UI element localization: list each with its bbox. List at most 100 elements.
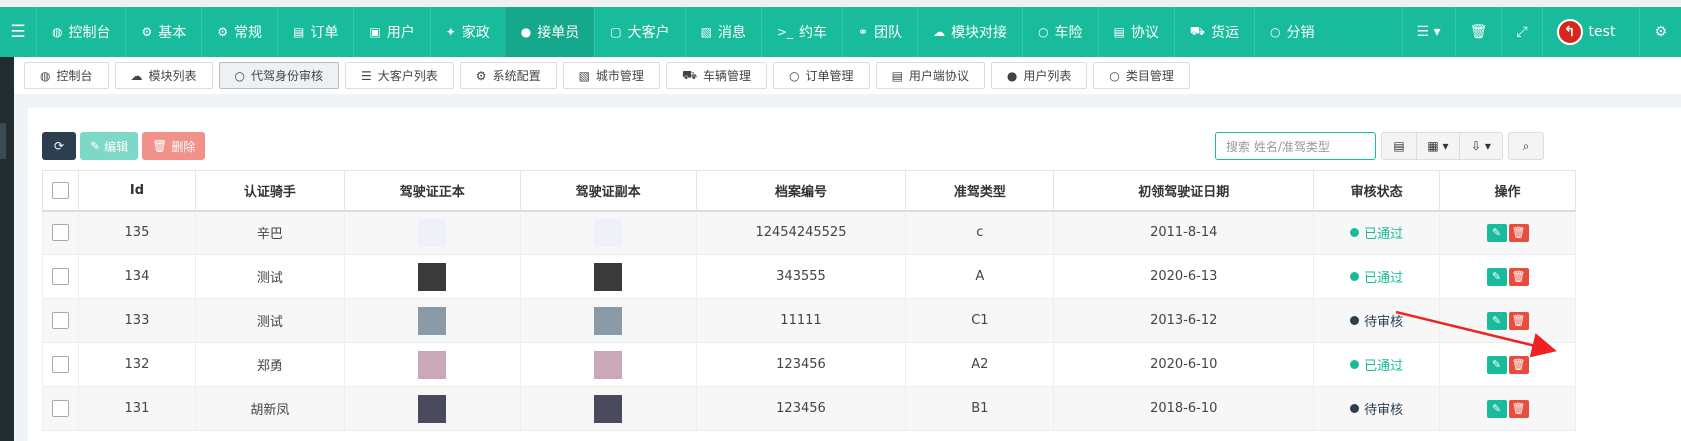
- search-input[interactable]: 搜索 姓名/准驾类型: [1215, 132, 1376, 160]
- tab[interactable]: ▤ 用户端协议: [875, 62, 985, 89]
- gear-icon: ⚙: [141, 25, 153, 39]
- license-front-thumbnail[interactable]: [418, 218, 447, 247]
- nav-item[interactable]: ▧ 消息: [684, 7, 761, 57]
- menu-dropdown-icon[interactable]: ☰ ▾: [1401, 7, 1455, 57]
- columns-dropdown-button[interactable]: ▦ ▾: [1416, 132, 1460, 160]
- license-back-thumbnail[interactable]: [594, 350, 623, 379]
- col-header[interactable]: 驾驶证副本: [519, 170, 697, 212]
- trash-icon[interactable]: 🗑: [1454, 7, 1502, 57]
- col-header: 操作: [1439, 170, 1576, 212]
- col-header[interactable]: 认证骑手: [194, 170, 345, 212]
- delete-button[interactable]: 🗑 删除: [142, 132, 206, 160]
- message-icon: ▧: [700, 25, 712, 39]
- license-front-thumbnail[interactable]: [418, 350, 447, 379]
- tab[interactable]: ▧ 城市管理: [562, 62, 660, 89]
- fullscreen-icon[interactable]: ⤢: [1501, 7, 1541, 57]
- row-edit-button[interactable]: ✎: [1486, 267, 1507, 286]
- tab-label: 用户端协议: [908, 69, 969, 83]
- license-back-thumbnail[interactable]: [594, 306, 623, 335]
- license-back-thumbnail[interactable]: [594, 218, 623, 247]
- content-panel: ⟳ ✎ 编辑 🗑 删除 搜索 姓名/准驾类型 ▤ ▦ ▾ ⇩ ▾ ⌕ Id 认证骑手…: [28, 108, 1681, 441]
- nav-item[interactable]: ○ 车险: [1022, 7, 1097, 57]
- nav-item[interactable]: ◍ 控制台: [36, 7, 125, 57]
- sidebar-toggle-icon[interactable]: ☰: [0, 7, 36, 57]
- tab-icon: ○: [234, 68, 245, 83]
- nav-item[interactable]: ⛟ 货运: [1173, 7, 1254, 57]
- tab[interactable]: ○ 订单管理: [773, 62, 870, 89]
- tab[interactable]: ⚙ 系统配置: [459, 62, 557, 89]
- refresh-button[interactable]: ⟳: [42, 132, 76, 160]
- edit-button[interactable]: ✎ 编辑: [80, 132, 139, 160]
- nav-item-label: 大客户: [627, 25, 670, 41]
- tab[interactable]: ☰ 大客户列表: [345, 62, 454, 89]
- nav-item[interactable]: ☁ 模块对接: [917, 7, 1022, 57]
- nav-item[interactable]: >_ 约车: [760, 7, 842, 57]
- row-edit-button[interactable]: ✎: [1486, 223, 1507, 242]
- row-checkbox[interactable]: [51, 312, 69, 329]
- actions-cell: ✎ 🗑: [1439, 298, 1576, 343]
- tab-icon: ●: [1006, 68, 1018, 83]
- row-checkbox[interactable]: [51, 356, 69, 373]
- status-dot-icon: [1350, 272, 1360, 281]
- license-back-thumbnail[interactable]: [594, 262, 623, 291]
- tab[interactable]: ⛟ 车辆管理: [665, 62, 768, 89]
- tab[interactable]: ○ 代驾身份审核: [218, 62, 340, 89]
- status-dot-icon: [1350, 404, 1360, 413]
- nav-item[interactable]: ▤ 协议: [1097, 7, 1174, 57]
- columns-icon: ▦ ▾: [1427, 139, 1449, 153]
- col-header[interactable]: 准驾类型: [905, 170, 1055, 212]
- col-header[interactable]: 驾驶证正本: [343, 170, 521, 212]
- row-delete-button[interactable]: 🗑: [1508, 267, 1529, 286]
- advanced-search-button[interactable]: ⌕: [1508, 132, 1544, 160]
- col-header[interactable]: 审核状态: [1313, 170, 1441, 212]
- tab[interactable]: ◍ 控制台: [24, 62, 109, 89]
- row-checkbox[interactable]: [51, 268, 69, 285]
- tab-icon: ▧: [578, 68, 590, 83]
- nav-item[interactable]: ▣ 用户: [353, 7, 429, 57]
- select-all-cell: [42, 170, 79, 212]
- row-checkbox[interactable]: [51, 400, 69, 417]
- table-row[interactable]: 135 辛巴 12454245525 c 2011-8-14 已通过 ✎ 🗑: [42, 210, 1576, 255]
- nav-item[interactable]: ● 接单员: [504, 7, 595, 57]
- export-dropdown-button[interactable]: ⇩ ▾: [1459, 132, 1503, 160]
- col-header[interactable]: 初领驾驶证日期: [1053, 170, 1315, 212]
- user-menu[interactable]: ↰ test: [1541, 7, 1640, 57]
- row-delete-button[interactable]: 🗑: [1508, 223, 1529, 242]
- table-row[interactable]: 133 测试 11111 C1 2013-6-12 待审核 ✎ 🗑: [42, 298, 1576, 343]
- nav-item[interactable]: ○ 分销: [1254, 7, 1329, 57]
- toggle-view-button[interactable]: ▤: [1381, 132, 1417, 160]
- nav-item[interactable]: ▢ 大客户: [594, 7, 684, 57]
- tab-label: 控制台: [56, 69, 93, 83]
- license-front-thumbnail[interactable]: [418, 262, 447, 291]
- nav-item[interactable]: ⚙ 常规: [201, 7, 277, 57]
- row-delete-button[interactable]: 🗑: [1508, 399, 1529, 418]
- tab[interactable]: ○ 类目管理: [1093, 62, 1190, 89]
- row-checkbox[interactable]: [51, 224, 69, 242]
- tab[interactable]: ☁ 模块列表: [114, 62, 213, 89]
- nav-item[interactable]: ⚭ 团队: [842, 7, 917, 57]
- status-text: 已通过: [1364, 227, 1404, 243]
- nav-item[interactable]: ⚙ 基本: [125, 7, 201, 57]
- col-header[interactable]: 档案编号: [695, 170, 907, 212]
- tab[interactable]: ● 用户列表: [990, 62, 1088, 89]
- license-front-thumbnail[interactable]: [418, 394, 447, 423]
- col-header[interactable]: Id: [77, 170, 196, 212]
- nav-item-label: 订单: [310, 25, 339, 41]
- walking-icon: ✦: [445, 25, 456, 39]
- nav-item[interactable]: ▤ 订单: [277, 7, 353, 57]
- status-dot-icon: [1350, 360, 1360, 369]
- nav-item[interactable]: ✦ 家政: [429, 7, 505, 57]
- row-delete-button[interactable]: 🗑: [1508, 355, 1529, 374]
- table-row[interactable]: 132 郑勇 123456 A2 2020-6-10 已通过 ✎ 🗑: [42, 342, 1576, 387]
- select-all-checkbox[interactable]: [51, 181, 69, 199]
- row-edit-button[interactable]: ✎: [1486, 355, 1507, 374]
- table-row[interactable]: 134 测试 343555 A 2020-6-13 已通过 ✎ 🗑: [42, 254, 1576, 299]
- row-delete-button[interactable]: 🗑: [1508, 311, 1529, 330]
- pencil-icon: ✎: [90, 139, 101, 153]
- license-back-thumbnail[interactable]: [594, 394, 623, 423]
- row-edit-button[interactable]: ✎: [1486, 399, 1507, 418]
- license-front-thumbnail[interactable]: [418, 306, 447, 335]
- row-edit-button[interactable]: ✎: [1486, 311, 1507, 330]
- settings-gear-icon[interactable]: ⚙: [1639, 7, 1681, 57]
- table-row[interactable]: 131 胡新凤 123456 B1 2018-6-10 待审核 ✎ 🗑: [42, 386, 1576, 431]
